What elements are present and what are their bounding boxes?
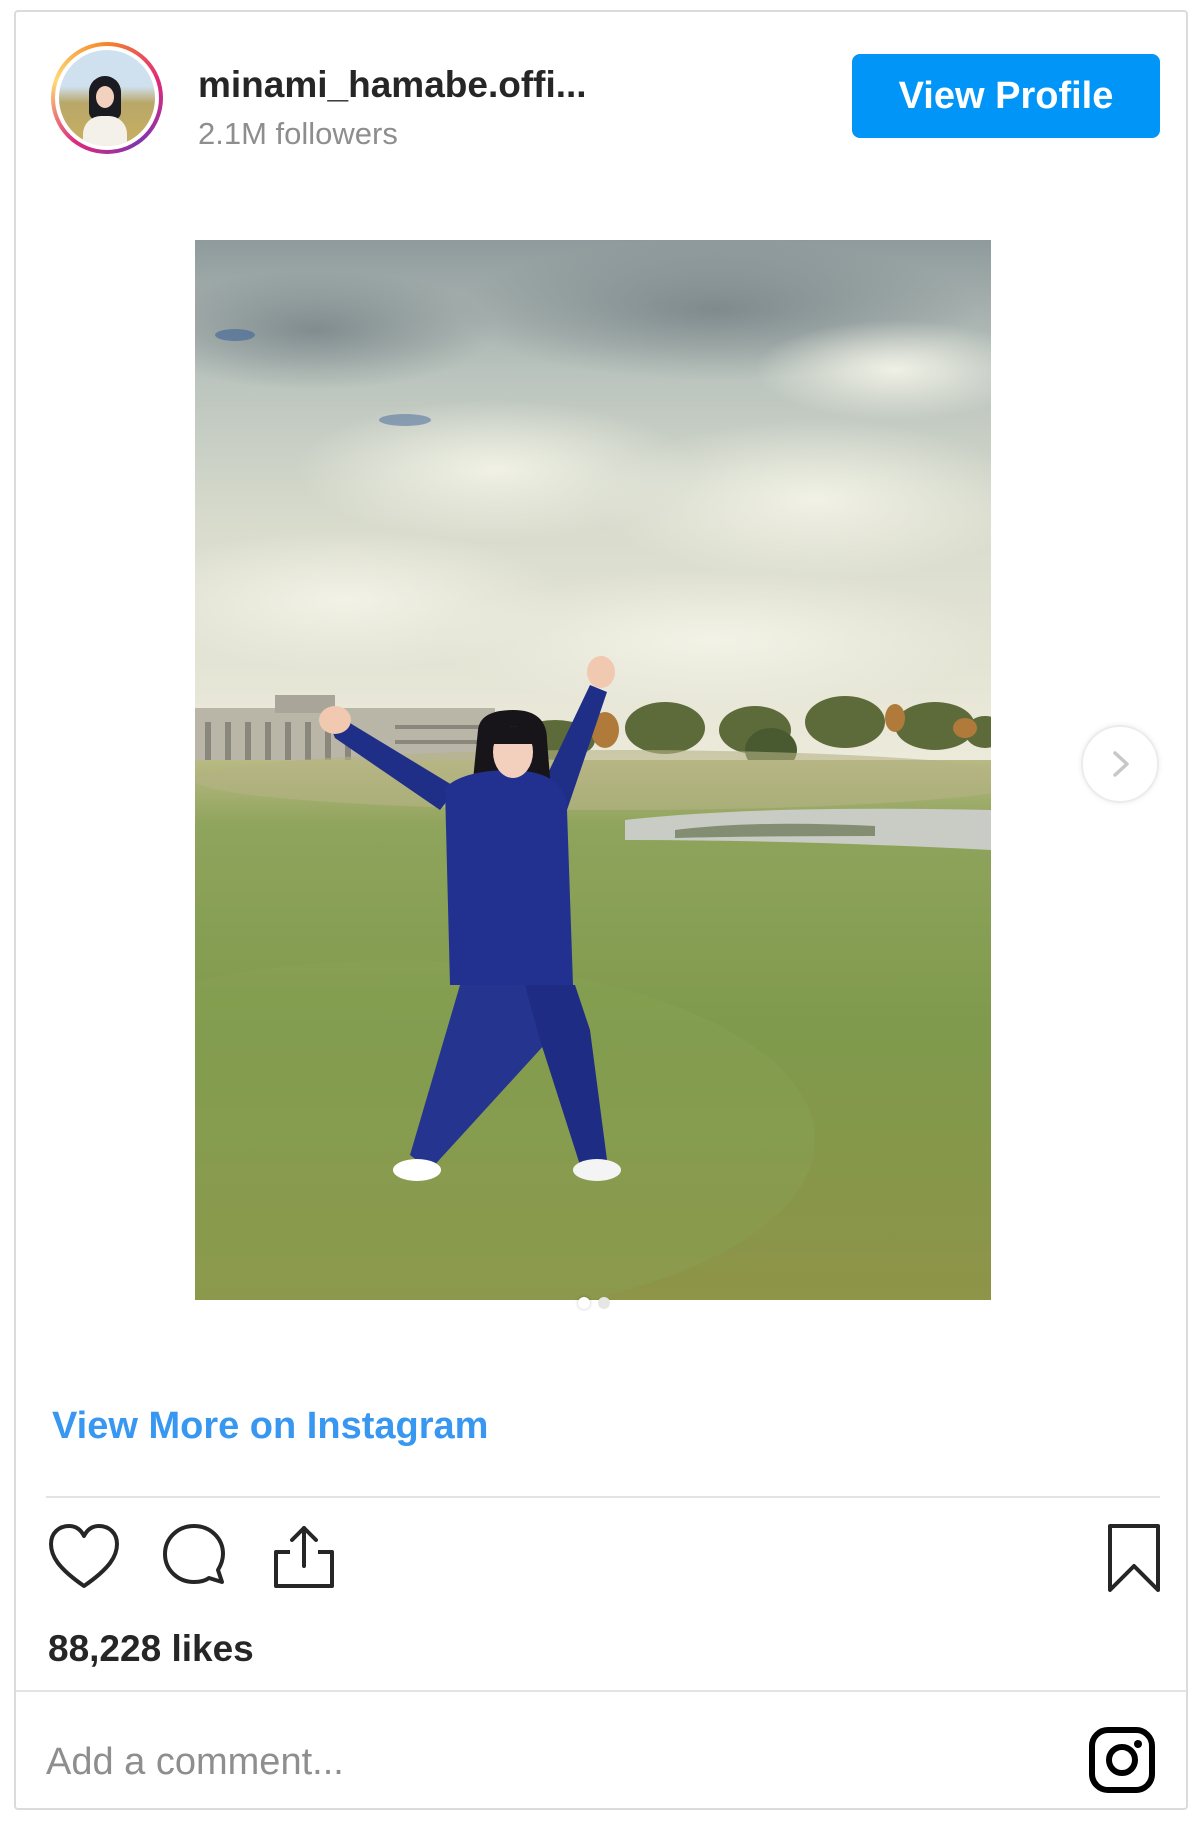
avatar-image xyxy=(55,46,159,150)
post-photo[interactable] xyxy=(195,240,991,1300)
carousel-indicator xyxy=(578,1297,610,1309)
follower-count: 2.1M followers xyxy=(198,116,398,151)
instagram-embed: minami_hamabe.offi... 2.1M followers Vie… xyxy=(14,10,1188,1810)
view-more-link[interactable]: View More on Instagram xyxy=(52,1405,488,1448)
bookmark-icon xyxy=(1108,1524,1160,1592)
divider xyxy=(46,1496,1160,1498)
instagram-icon xyxy=(1089,1727,1155,1793)
comment-button[interactable] xyxy=(156,1520,232,1596)
divider xyxy=(16,1690,1186,1692)
share-icon xyxy=(274,1526,334,1588)
post-image xyxy=(195,240,991,1300)
carousel-dot-active xyxy=(578,1297,590,1309)
save-button[interactable] xyxy=(1096,1520,1172,1596)
carousel-dot xyxy=(598,1297,610,1309)
instagram-logo-link[interactable] xyxy=(1086,1724,1158,1796)
avatar[interactable] xyxy=(51,42,163,154)
view-profile-button[interactable]: View Profile xyxy=(852,54,1160,138)
like-count: 88,228 likes xyxy=(48,1628,254,1669)
comment-icon xyxy=(163,1524,225,1584)
chevron-right-icon xyxy=(1113,751,1129,777)
username[interactable]: minami_hamabe.offi... xyxy=(198,64,587,106)
carousel-next-button[interactable] xyxy=(1081,725,1159,803)
heart-icon xyxy=(49,1524,119,1588)
like-button[interactable] xyxy=(46,1520,122,1596)
comment-input[interactable] xyxy=(46,1732,1046,1792)
share-button[interactable] xyxy=(266,1520,342,1596)
